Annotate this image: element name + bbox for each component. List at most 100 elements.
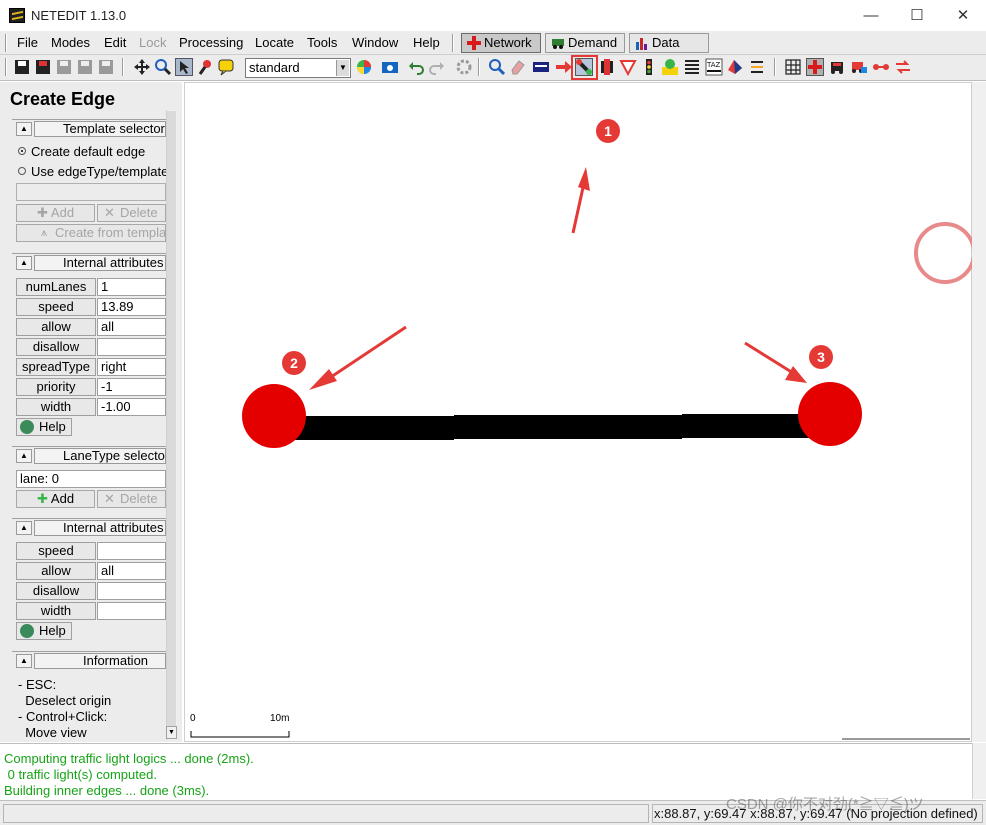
lane-attr-label-allow[interactable]: allow [16,562,96,580]
menu-locate[interactable]: Locate [255,35,294,50]
delete-icon[interactable] [509,58,527,76]
lane-attr-label-speed[interactable]: speed [16,542,96,560]
add-lanetype-button[interactable]: ✚ Add [16,490,95,508]
undo-icon[interactable] [407,58,425,76]
attr-input-spreadtype[interactable]: right [97,358,166,376]
network-edge-segment[interactable] [454,415,682,439]
swap-icon[interactable] [894,58,912,76]
crossing-icon[interactable] [683,58,701,76]
network-canvas[interactable]: 0 10m 1 2 3 [184,82,973,742]
visualization-scheme-select[interactable]: standard ▼ [245,58,351,78]
collapse-button[interactable]: ▲ [16,654,32,668]
attr-input-disallow[interactable] [97,338,166,356]
settings-icon[interactable] [455,58,473,76]
save-all-icon[interactable] [34,58,52,76]
edge-help-button[interactable]: Help [16,418,72,436]
attr-label-disallow[interactable]: disallow [16,338,96,356]
template-combo[interactable] [16,183,166,201]
create-edge-icon[interactable] [575,58,593,76]
lane-select[interactable]: lane: 0 [16,470,166,488]
menu-processing[interactable]: Processing [179,35,243,50]
add-template-button[interactable]: ✚ Add [16,204,95,222]
delete-lanetype-button[interactable]: ✕ Delete [97,490,166,508]
menu-help[interactable]: Help [413,35,440,50]
menu-tools[interactable]: Tools [307,35,337,50]
attr-label-priority[interactable]: priority [16,378,96,396]
help-icon [20,624,34,638]
additional-icon[interactable] [661,58,679,76]
menu-window[interactable]: Window [352,35,398,50]
delete-template-button[interactable]: ✕ Delete [97,204,166,222]
attr-input-numlanes[interactable]: 1 [97,278,166,296]
attr-input-width[interactable]: -1.00 [97,398,166,416]
junction-origin[interactable] [242,384,306,448]
traffic-light-icon[interactable] [640,58,658,76]
lane-attr-label-disallow[interactable]: disallow [16,582,96,600]
lane-attr-input-allow[interactable]: all [97,562,166,580]
prohibitions-icon[interactable] [619,58,637,76]
save-network-icon[interactable] [13,58,31,76]
chevron-down-icon[interactable]: ▼ [336,60,349,76]
collapse-button[interactable]: ▲ [16,256,32,270]
scroll-down-icon[interactable]: ▼ [166,726,177,739]
lane-attributes-title: Internal attributes [34,520,166,536]
attr-label-numlanes[interactable]: numLanes [16,278,96,296]
log-scrollbar[interactable] [972,743,986,799]
junction-icon[interactable] [806,58,824,76]
link-icon[interactable] [872,58,890,76]
taz-icon[interactable]: TAZ [705,58,723,76]
create-from-template-button[interactable]: ⩚ Create from template [16,224,166,242]
select-icon[interactable] [175,58,193,76]
vehicle-alt-icon[interactable] [850,58,868,76]
wire-icon[interactable] [748,58,766,76]
attr-label-width[interactable]: width [16,398,96,416]
polygon-icon[interactable] [726,58,744,76]
attr-label-speed[interactable]: speed [16,298,96,316]
close-button[interactable]: ✕ [940,0,986,31]
grid-icon[interactable] [784,58,802,76]
status-message [3,804,649,823]
lane-attr-label-width[interactable]: width [16,602,96,620]
attr-input-priority[interactable]: -1 [97,378,166,396]
lane-attr-input-disallow[interactable] [97,582,166,600]
sidebar-scroll-thumb[interactable] [167,111,176,727]
menu-edit[interactable]: Edit [104,35,126,50]
edge-attributes-group: ▲ Internal attributes numLanes 1 speed 1… [12,253,166,436]
collapse-button[interactable]: ▲ [16,122,32,136]
collapse-button[interactable]: ▲ [16,521,32,535]
radio-create-default-edge[interactable]: Create default edge [18,144,145,159]
attr-label-allow[interactable]: allow [16,318,96,336]
inspect-icon[interactable] [488,58,506,76]
color-wheel-icon[interactable] [355,58,373,76]
save-demand-icon[interactable] [97,58,115,76]
attr-input-allow[interactable]: all [97,318,166,336]
lane-help-button[interactable]: Help [16,622,72,640]
minimize-button[interactable]: — [848,0,894,31]
vehicle-icon[interactable] [828,58,846,76]
maximize-button[interactable]: ☐ [894,0,940,31]
move-view-icon[interactable] [133,58,151,76]
save-grayed-icon[interactable] [55,58,73,76]
canvas-scrollbar[interactable] [972,82,986,742]
supermode-network-tab[interactable]: Network [461,33,541,53]
collapse-button[interactable]: ▲ [16,449,32,463]
lane-attr-input-width[interactable] [97,602,166,620]
screenshot-icon[interactable] [381,58,399,76]
locate-icon[interactable] [196,58,214,76]
menu-modes[interactable]: Modes [51,35,90,50]
menu-lock[interactable]: Lock [139,35,166,50]
save-additionals-icon[interactable] [76,58,94,76]
menu-file[interactable]: File [17,35,38,50]
supermode-data-tab[interactable]: Data [629,33,709,53]
tooltip-icon[interactable] [217,58,235,76]
junction-destination[interactable] [798,382,862,446]
connections-icon[interactable] [598,58,616,76]
attr-label-spreadtype[interactable]: spreadType [16,358,96,376]
zoom-icon[interactable] [154,58,172,76]
lane-attr-input-speed[interactable] [97,542,166,560]
attr-input-speed[interactable]: 13.89 [97,298,166,316]
radio-use-template[interactable]: Use edgeType/template [18,164,168,179]
supermode-demand-tab[interactable]: Demand [545,33,625,53]
redo-icon[interactable] [428,58,446,76]
select-mode-icon[interactable] [532,58,550,76]
